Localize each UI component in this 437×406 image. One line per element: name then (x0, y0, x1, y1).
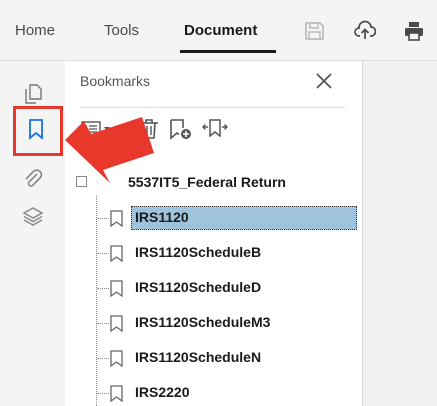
page-thumbnails-icon[interactable] (22, 83, 44, 105)
bookmark-label: IRS1120ScheduleB (135, 244, 262, 260)
panel-title: Bookmarks (80, 73, 151, 89)
bookmark-icon (110, 315, 123, 332)
bookmark-item-irs1120schedulem3[interactable]: IRS1120ScheduleM3 (105, 311, 355, 335)
bookmark-item-irs1120[interactable]: IRS1120 (105, 206, 357, 230)
bookmark-label: IRS1120ScheduleN (135, 349, 262, 365)
attachment-icon[interactable] (22, 168, 44, 190)
close-icon[interactable] (313, 70, 335, 92)
save-icon[interactable] (303, 20, 325, 42)
callout-arrow (65, 117, 154, 183)
bookmark-label: IRS2220 (135, 384, 190, 400)
active-tab-indicator (180, 50, 276, 53)
print-icon[interactable] (403, 20, 425, 42)
tree-connector (96, 195, 97, 406)
top-menu-bar: Home Tools Document (0, 0, 437, 61)
bookmark-item-irs2220[interactable]: IRS2220 (105, 381, 355, 405)
bookmark-icon (110, 280, 123, 297)
bookmark-item-irs1120schedulen[interactable]: IRS1120ScheduleN (105, 346, 355, 370)
bookmark-item-irs1120scheduled[interactable]: IRS1120ScheduleD (105, 276, 355, 300)
bookmark-icon (110, 350, 123, 367)
document-area[interactable] (362, 61, 437, 406)
new-bookmark-icon[interactable] (168, 117, 194, 141)
layers-icon[interactable] (22, 205, 44, 227)
bookmark-icon[interactable] (25, 118, 47, 140)
acrobat-window: Home Tools Document Bookmarks 5537IT5_Fe… (0, 0, 437, 406)
tab-tools[interactable]: Tools (104, 22, 139, 39)
bookmark-label: IRS1120 (135, 209, 189, 225)
bookmark-label: IRS1120ScheduleD (135, 279, 262, 295)
tab-document[interactable]: Document (184, 22, 257, 39)
bookmark-icon (110, 245, 123, 262)
tab-home[interactable]: Home (15, 22, 55, 39)
bookmark-icon (110, 385, 123, 402)
bookmark-icon (110, 210, 123, 227)
divider (80, 107, 345, 108)
expand-bookmark-icon[interactable] (201, 117, 229, 141)
cloud-upload-icon[interactable] (354, 20, 376, 42)
bookmark-item-irs1120scheduleb[interactable]: IRS1120ScheduleB (105, 241, 355, 265)
bookmark-label: IRS1120ScheduleM3 (135, 314, 271, 330)
